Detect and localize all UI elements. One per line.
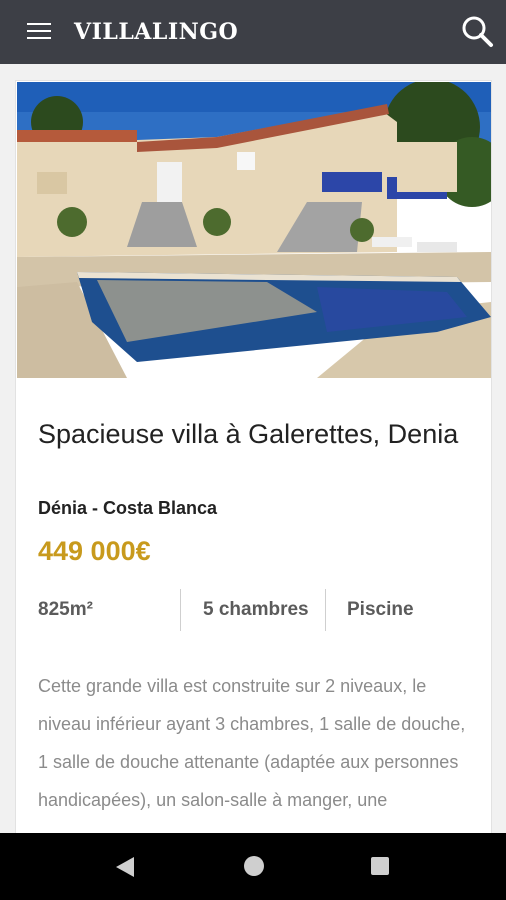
spec-divider [325,589,326,631]
brand-logo[interactable]: VILLALINGO [74,19,238,45]
spec-pool: Piscine [347,599,414,620]
spec-area: 825m² [38,599,93,620]
listing-scroll-area[interactable]: Spacieuse villa à Galerettes, Denia Déni… [0,64,506,833]
system-navigation-bar [0,833,506,900]
home-circle-icon[interactable] [243,855,265,882]
listing-specs: 825m² 5 chambres Piscine [16,589,491,631]
listing-description: Cette grande villa est construite sur 2 … [38,676,466,810]
spec-bedrooms: 5 chambres [203,599,309,620]
hamburger-menu-icon[interactable] [27,23,51,43]
listing-location: Dénia - Costa Blanca [38,498,218,518]
search-icon[interactable] [460,14,494,48]
recents-square-icon[interactable] [370,856,390,881]
villa-pool-photo[interactable] [17,82,491,378]
top-app-bar: VILLALINGO [0,0,506,64]
listing-card[interactable]: Spacieuse villa à Galerettes, Denia Déni… [15,80,492,833]
spec-divider [180,589,181,631]
listing-price: 449 000€ [38,536,151,566]
back-triangle-icon[interactable] [114,855,138,884]
listing-title: Spacieuse villa à Galerettes, Denia [38,419,459,449]
